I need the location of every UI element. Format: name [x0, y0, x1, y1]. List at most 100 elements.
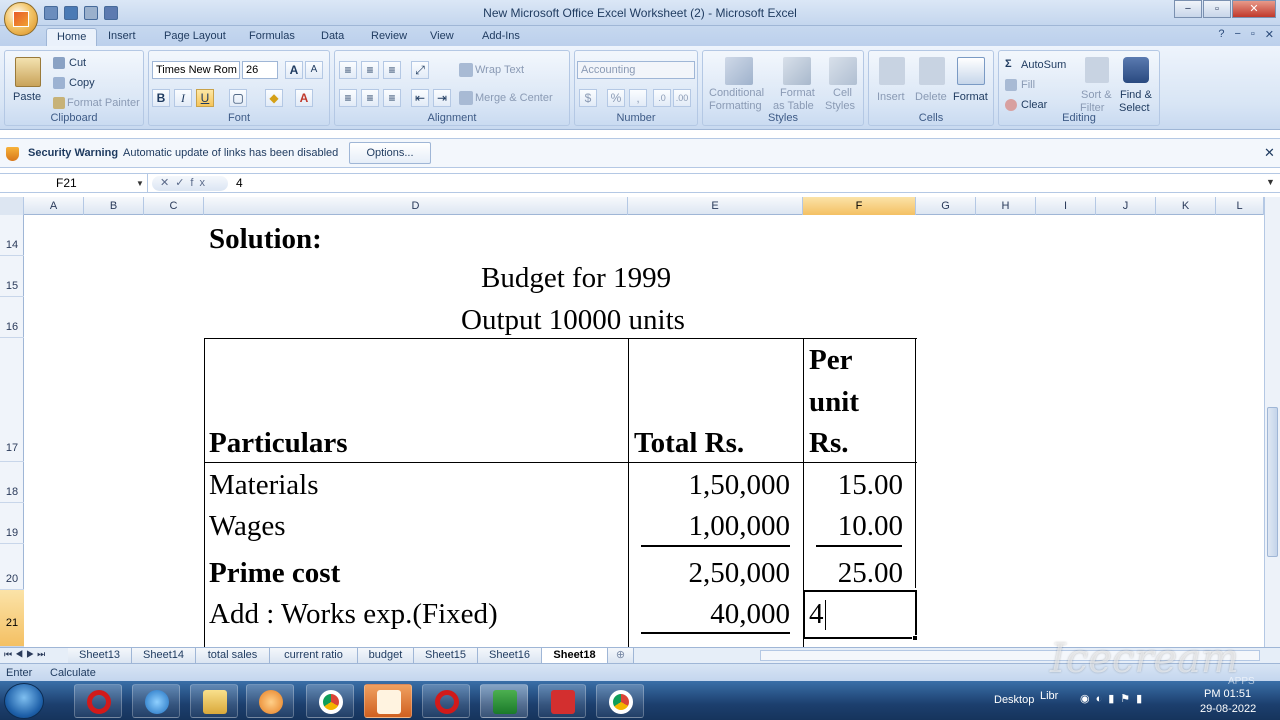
grow-font-button[interactable]: A	[285, 61, 303, 79]
column-header-e[interactable]: E	[628, 197, 803, 215]
tab-data[interactable]: Data	[311, 28, 354, 46]
worksheet-grid[interactable]: Solution: Budget for 1999 Output 10000 u…	[25, 215, 1264, 647]
fill-handle[interactable]	[912, 635, 918, 641]
format-painter-button[interactable]: Format Painter	[67, 97, 140, 109]
taskbar-opera-1[interactable]	[74, 684, 122, 718]
merge-center-button[interactable]: Merge & Center	[475, 92, 553, 104]
cell-header-unit[interactable]: unit	[809, 388, 859, 417]
align-right-icon[interactable]: ≡	[383, 89, 401, 107]
tray-icons[interactable]: ◉◐▮⚑▮	[1080, 692, 1148, 705]
row-header-14[interactable]: 14	[0, 215, 24, 256]
row-header-21[interactable]: 21	[0, 590, 24, 647]
vertical-scrollbar[interactable]	[1264, 197, 1280, 647]
tab-add-ins[interactable]: Add-Ins	[472, 28, 530, 46]
tab-review[interactable]: Review	[361, 28, 417, 46]
align-middle-icon[interactable]: ≡	[361, 61, 379, 79]
tab-home[interactable]: Home	[46, 28, 98, 46]
close-warning-icon[interactable]: ✕	[1264, 145, 1275, 161]
clear-button[interactable]: Clear	[1021, 99, 1047, 111]
start-button[interactable]	[4, 683, 44, 719]
sheet-tab-current-ratio[interactable]: current ratio	[270, 648, 358, 663]
decrease-decimal-icon[interactable]: .00	[673, 89, 691, 107]
libraries-toolbar[interactable]: Libr	[1040, 690, 1058, 702]
clock-time[interactable]: PM 01:51	[1204, 688, 1251, 700]
formula-buttons[interactable]: ✕✓fx	[152, 176, 228, 191]
column-header-k[interactable]: K	[1156, 197, 1216, 215]
cell-prime-cost[interactable]: Prime cost	[209, 559, 340, 588]
align-center-icon[interactable]: ≡	[361, 89, 379, 107]
align-bottom-icon[interactable]: ≡	[383, 61, 401, 79]
styles-label-btn[interactable]: Styles	[825, 100, 855, 112]
tab-insert[interactable]: Insert	[98, 28, 146, 46]
column-header-d[interactable]: D	[204, 197, 628, 215]
cell-prime-total[interactable]: 2,50,000	[635, 559, 791, 588]
align-left-icon[interactable]: ≡	[339, 89, 357, 107]
status-calculate[interactable]: Calculate	[50, 667, 96, 679]
cell-header-particulars[interactable]: Particulars	[209, 429, 348, 458]
cell-header-rs[interactable]: Rs.	[809, 429, 848, 458]
paste-button[interactable]: Paste	[13, 91, 41, 103]
tab-page-layout[interactable]: Page Layout	[154, 28, 236, 46]
row-header-17[interactable]: 17	[0, 338, 24, 462]
formatting-label[interactable]: Formatting	[709, 100, 762, 112]
fill-color-icon[interactable]: ◆	[265, 89, 283, 107]
find-label[interactable]: Find &	[1120, 89, 1152, 101]
conditional-label[interactable]: Conditional	[709, 87, 764, 99]
insert-sheet-icon[interactable]: ⊕	[608, 648, 634, 663]
column-header-c[interactable]: C	[144, 197, 204, 215]
shrink-font-button[interactable]: A	[305, 61, 323, 79]
font-color-icon[interactable]: A	[295, 89, 313, 107]
cell-works-exp[interactable]: Add : Works exp.(Fixed)	[209, 600, 498, 629]
close-button[interactable]: ✕	[1232, 0, 1276, 18]
cell-header-per[interactable]: Per	[809, 346, 852, 375]
font-name-select[interactable]: Times New Rom	[152, 61, 240, 79]
row-header-18[interactable]: 18	[0, 462, 24, 503]
column-header-i[interactable]: I	[1036, 197, 1096, 215]
row-header-19[interactable]: 19	[0, 503, 24, 544]
vertical-scroll-thumb[interactable]	[1267, 407, 1278, 557]
sheet-tab-sheet18[interactable]: Sheet18	[542, 648, 608, 663]
workbook-close-button[interactable]: ✕	[1265, 28, 1274, 41]
orientation-icon[interactable]: ⤢	[411, 61, 429, 79]
column-header-b[interactable]: B	[84, 197, 144, 215]
column-header-j[interactable]: J	[1096, 197, 1156, 215]
sheet-nav-arrows[interactable]: ⏮◀▶⏭	[4, 649, 48, 660]
clock-date[interactable]: 29-08-2022	[1200, 703, 1256, 715]
column-header-a[interactable]: A	[24, 197, 84, 215]
italic-button[interactable]: I	[174, 89, 192, 107]
font-size-select[interactable]: 26	[242, 61, 278, 79]
fill-button[interactable]: Fill	[1021, 79, 1035, 91]
cell-works-unit-entry[interactable]: 4	[809, 600, 824, 629]
name-box-dropdown-icon[interactable]: ▼	[136, 179, 144, 188]
sheet-tab-total-sales[interactable]: total sales	[196, 648, 270, 663]
column-header-h[interactable]: H	[976, 197, 1036, 215]
copy-button[interactable]: Copy	[69, 77, 95, 89]
help-icon[interactable]: ?	[1218, 28, 1224, 41]
cell-materials-unit[interactable]: 15.00	[811, 471, 903, 500]
underline-button[interactable]: U	[196, 89, 214, 107]
autosum-button[interactable]: AutoSum	[1021, 59, 1066, 71]
row-header-15[interactable]: 15	[0, 256, 24, 297]
cell-materials[interactable]: Materials	[209, 471, 319, 500]
taskbar-excel[interactable]	[480, 684, 528, 718]
desktop-toolbar[interactable]: Desktop	[994, 694, 1034, 706]
formula-input[interactable]: 4	[232, 174, 247, 193]
insert-cells-button[interactable]: Insert	[877, 91, 905, 103]
column-header-l[interactable]: L	[1216, 197, 1264, 215]
taskbar-internet-explorer[interactable]	[132, 684, 180, 718]
workbook-restore-button[interactable]: ▫	[1251, 28, 1255, 41]
cell-wages-total[interactable]: 1,00,000	[635, 512, 791, 541]
sheet-tab-sheet15[interactable]: Sheet15	[414, 648, 478, 663]
delete-cells-button[interactable]: Delete	[915, 91, 947, 103]
cut-button[interactable]: Cut	[69, 57, 86, 69]
currency-icon[interactable]: $	[579, 89, 597, 107]
format-cells-button[interactable]: Format	[953, 91, 988, 103]
sheet-tab-sheet14[interactable]: Sheet14	[132, 648, 196, 663]
comma-style-icon[interactable]: ,	[629, 89, 647, 107]
cell-header-total[interactable]: Total Rs.	[634, 429, 744, 458]
cell-materials-total[interactable]: 1,50,000	[635, 471, 791, 500]
format-table-label[interactable]: Format	[780, 87, 815, 99]
tab-view[interactable]: View	[420, 28, 464, 46]
decrease-indent-icon[interactable]: ⇤	[411, 89, 429, 107]
expand-formula-icon[interactable]: ▼	[1266, 177, 1275, 187]
